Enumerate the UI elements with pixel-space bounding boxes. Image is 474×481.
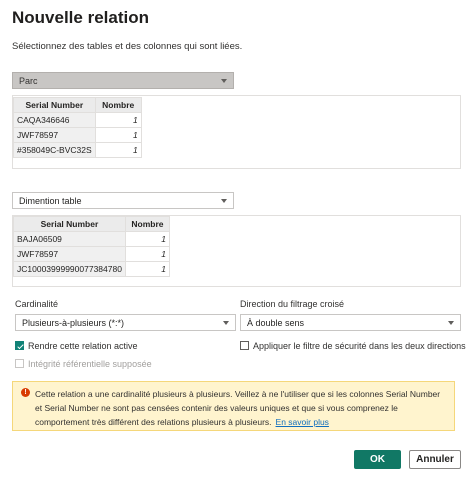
cell-serial: JC10003999990077384780 (13, 261, 126, 277)
table-row: JC10003999990077384780 1 (13, 261, 170, 277)
chevron-down-icon (448, 320, 454, 325)
active-relation-checkbox[interactable] (15, 341, 24, 350)
table1-dropdown[interactable]: Parc (12, 72, 234, 89)
column-header[interactable]: Serial Number (13, 97, 96, 113)
table2-preview-grid: Serial Number Nombre BAJA06509 1 JWF7859… (13, 216, 170, 277)
cell-serial: BAJA06509 (13, 231, 126, 247)
filter-direction-value: À double sens (247, 317, 305, 328)
referential-integrity-label: Intégrité référentielle supposée (28, 359, 152, 369)
filter-direction-label: Direction du filtrage croisé (240, 299, 345, 309)
chevron-down-icon (223, 320, 229, 325)
referential-integrity-checkbox[interactable] (15, 359, 24, 368)
table1-preview-grid: Serial Number Nombre CAQA346646 1 JWF785… (13, 97, 142, 158)
security-filter-label[interactable]: Appliquer le filtre de sécurité dans les… (253, 341, 466, 351)
cell-count: 1 (94, 142, 142, 158)
column-header[interactable]: Serial Number (13, 216, 126, 232)
cardinality-label: Cardinalité (15, 299, 59, 309)
cancel-button[interactable]: Annuler (409, 450, 461, 469)
warning-text: Cette relation a une cardinalité plusieu… (35, 389, 441, 427)
table1-selected-value: Parc (19, 75, 38, 86)
cell-count: 1 (124, 246, 170, 262)
active-relation-label[interactable]: Rendre cette relation active (28, 341, 138, 351)
cell-count: 1 (124, 261, 170, 277)
cell-count: 1 (94, 112, 142, 128)
cell-serial: #358049C-BVC32S (13, 142, 96, 158)
security-filter-checkbox[interactable] (240, 341, 249, 350)
ok-button[interactable]: OK (354, 450, 401, 469)
cardinality-dropdown[interactable]: Plusieurs-à-plusieurs (*:*) (15, 314, 236, 331)
table-row: #358049C-BVC32S 1 (13, 142, 142, 158)
cardinality-value: Plusieurs-à-plusieurs (*:*) (22, 317, 125, 328)
warning-icon: ! (21, 388, 30, 397)
chevron-down-icon (221, 198, 227, 203)
chevron-down-icon (221, 78, 227, 83)
table2-selected-value: Dimention table (19, 195, 82, 206)
dialog-subtitle: Sélectionnez des tables et des colonnes … (12, 41, 243, 52)
warning-banner: ! Cette relation a une cardinalité plusi… (12, 381, 455, 431)
dialog-title: Nouvelle relation (12, 8, 149, 27)
table-row: BAJA06509 1 (13, 231, 170, 247)
table-row: JWF78597 1 (13, 246, 170, 262)
cell-serial: CAQA346646 (13, 112, 96, 128)
cell-count: 1 (94, 127, 142, 143)
cell-serial: JWF78597 (13, 246, 126, 262)
learn-more-link[interactable]: En savoir plus (276, 417, 329, 427)
table-row: CAQA346646 1 (13, 112, 142, 128)
cell-serial: JWF78597 (13, 127, 96, 143)
filter-direction-dropdown[interactable]: À double sens (240, 314, 461, 331)
column-header: Nombre (94, 97, 142, 113)
column-header: Nombre (124, 216, 170, 232)
table-row: JWF78597 1 (13, 127, 142, 143)
warning-message: Cette relation a une cardinalité plusieu… (35, 387, 446, 429)
table2-dropdown[interactable]: Dimention table (12, 192, 234, 209)
cell-count: 1 (124, 231, 170, 247)
